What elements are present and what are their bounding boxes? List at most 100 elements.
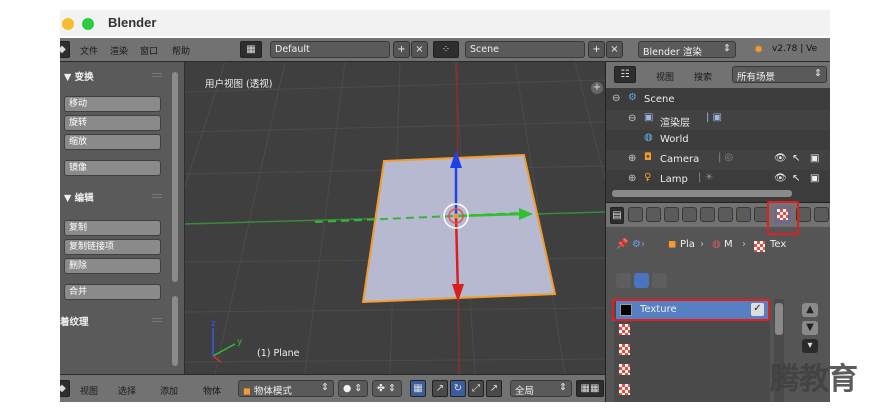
3d-viewport[interactable]: 用户视图 (透视) + y z (1) Plane [185, 62, 605, 374]
window-title: Blender [108, 15, 157, 30]
mirror-button[interactable]: 镜像 [64, 160, 161, 176]
panel-edit-title[interactable]: ▼ 编辑 [64, 190, 94, 204]
panel-grip-icon[interactable] [152, 318, 162, 322]
pin-icon[interactable]: 📌 [616, 239, 628, 250]
orientation-icon[interactable]: ↗ [486, 380, 502, 397]
expand-icon[interactable]: ⊖ [612, 93, 620, 104]
panel-transform-title[interactable]: ▼ 变换 [64, 69, 94, 83]
outliner-filter-select[interactable]: 所有场景 ⇕ [732, 66, 827, 83]
tab-constraints-icon[interactable] [718, 207, 733, 222]
menu-file[interactable]: 文件 [80, 44, 98, 57]
menu-render[interactable]: 渲染 [110, 44, 128, 57]
menu-help[interactable]: 帮助 [172, 44, 190, 57]
tab-render-layers-icon[interactable] [646, 207, 661, 222]
screen-layout-icon[interactable]: ▦ [240, 41, 262, 58]
outliner-row-scene[interactable]: ⊖ ⚙ Scene [606, 90, 830, 110]
join-button[interactable]: 合并 [64, 284, 161, 300]
editor-type-icon[interactable]: ◆ [60, 380, 70, 397]
panel-shading-title[interactable]: 着纹理 [60, 314, 89, 328]
scene-icon[interactable]: ⁘ [433, 41, 459, 58]
rotate-icon[interactable]: ↻ [450, 380, 466, 397]
translate-icon[interactable]: ↗ [432, 380, 448, 397]
tab-render-icon[interactable] [628, 207, 643, 222]
world-texture-icon[interactable] [616, 273, 631, 288]
shelf-scrollbar-lower[interactable] [172, 296, 178, 366]
expand-icon[interactable]: ⊕ [628, 153, 636, 164]
outliner-menu-search[interactable]: 搜索 [694, 70, 712, 83]
axis-gizmo-icon: y z [211, 319, 243, 363]
slot-up-icon[interactable]: ▲ [802, 303, 818, 317]
tab-object-icon[interactable] [700, 207, 715, 222]
orientation-select[interactable]: 全局 ⇕ [510, 380, 572, 397]
menu-window[interactable]: 窗口 [140, 44, 158, 57]
render-camera-icon[interactable]: ▣ [810, 173, 819, 184]
tab-physics-icon[interactable] [814, 207, 829, 222]
manipulator-toggle-icon[interactable]: ▦ [410, 380, 426, 397]
slot-down-icon[interactable]: ▼ [802, 321, 818, 335]
scrollbar-thumb[interactable] [775, 303, 783, 335]
tab-modifiers-icon[interactable] [736, 207, 751, 222]
tab-scene-icon[interactable] [664, 207, 679, 222]
menu-add[interactable]: 添加 [160, 384, 178, 397]
expand-icon[interactable]: ⊕ [628, 173, 636, 184]
select-arrow-icon[interactable]: ↖ [792, 173, 800, 184]
pivot-select[interactable]: ✤ ⇕ [372, 380, 402, 397]
add-scene-icon[interactable]: + [588, 41, 605, 58]
visibility-eye-icon[interactable]: 👁 [774, 173, 787, 184]
camera-data-icon: | ◎ [718, 152, 734, 163]
visibility-eye-icon[interactable]: 👁 [774, 153, 787, 164]
panel-grip-icon[interactable] [152, 73, 162, 77]
outliner-editor: ☷ 视图 搜索 所有场景 ⇕ ⊖ ⚙ Scene ⊖ ▣ 渲染层 | ▣ ◍ W… [605, 62, 830, 202]
other-texture-icon[interactable] [652, 273, 668, 288]
outliner-row-lamp[interactable]: ⊕ ♀ Lamp | ☀ 👁 ↖ ▣ [606, 170, 830, 190]
outliner-menu-view[interactable]: 视图 [656, 70, 674, 83]
zoom-dot-icon[interactable] [82, 18, 94, 30]
minimize-dot-icon[interactable] [62, 18, 74, 30]
texture-slot[interactable] [616, 341, 766, 359]
render-engine-select[interactable]: Blender 渲染 ⇕ [638, 41, 736, 58]
outliner-row-render-layers[interactable]: ⊖ ▣ 渲染层 | ▣ [606, 110, 830, 130]
outliner-row-label: 渲染层 [660, 118, 690, 129]
outliner-row-camera[interactable]: ⊕ ◘ Camera | ◎ 👁 ↖ ▣ [606, 150, 830, 170]
delete-button[interactable]: 删除 [64, 258, 161, 274]
menu-view[interactable]: 视图 [80, 384, 98, 397]
mode-label: 物体模式 [253, 386, 292, 397]
add-layout-icon[interactable]: + [393, 41, 410, 58]
shading-select[interactable]: ● ⇕ [338, 380, 368, 397]
texture-slot[interactable] [616, 361, 766, 379]
menu-select[interactable]: 选择 [118, 384, 136, 397]
material-texture-icon[interactable] [634, 273, 650, 288]
duplicate-linked-button[interactable]: 复制链接项 [64, 239, 161, 255]
texture-type-buttons [616, 273, 668, 291]
remove-layout-icon[interactable]: × [411, 41, 428, 58]
tab-world-icon[interactable] [682, 207, 697, 222]
editor-type-icon[interactable]: ☷ [614, 66, 636, 83]
rotate-button[interactable]: 旋转 [64, 115, 161, 131]
editor-type-icon[interactable]: ▤ [610, 207, 624, 224]
outliner-filter-label: 所有场景 [737, 72, 776, 83]
mode-select[interactable]: ◼ 物体模式 ⇕ [238, 380, 334, 397]
expand-icon[interactable]: ⊖ [628, 113, 636, 124]
select-arrow-icon[interactable]: ↖ [792, 153, 800, 164]
shelf-scrollbar[interactable] [172, 72, 178, 282]
panel-grip-icon[interactable] [152, 194, 162, 198]
texture-slot[interactable] [616, 321, 766, 339]
slot-menu-icon[interactable]: ▾ [802, 339, 818, 353]
layers-icon[interactable]: ▦▦ [576, 380, 604, 397]
scale-button[interactable]: 缩放 [64, 134, 161, 150]
cube-icon: ◼ [243, 386, 251, 397]
texture-slot[interactable] [616, 381, 766, 399]
render-camera-icon[interactable]: ▣ [810, 153, 819, 164]
screen-layout-field[interactable]: Default [270, 41, 390, 58]
editor-type-icon[interactable]: ◆ [60, 41, 70, 58]
outliner-row-world[interactable]: ◍ World [606, 130, 830, 150]
scale-icon[interactable]: ⤢ [468, 380, 484, 397]
scene-icon: ⚙ [628, 92, 637, 103]
viewport-plus-icon[interactable]: + [591, 82, 603, 94]
remove-scene-icon[interactable]: × [606, 41, 623, 58]
move-button[interactable]: 移动 [64, 96, 161, 112]
duplicate-button[interactable]: 复制 [64, 220, 161, 236]
menu-object[interactable]: 物体 [203, 384, 221, 397]
scene-field[interactable]: Scene [465, 41, 585, 58]
outliner-scrollbar[interactable] [612, 190, 792, 197]
